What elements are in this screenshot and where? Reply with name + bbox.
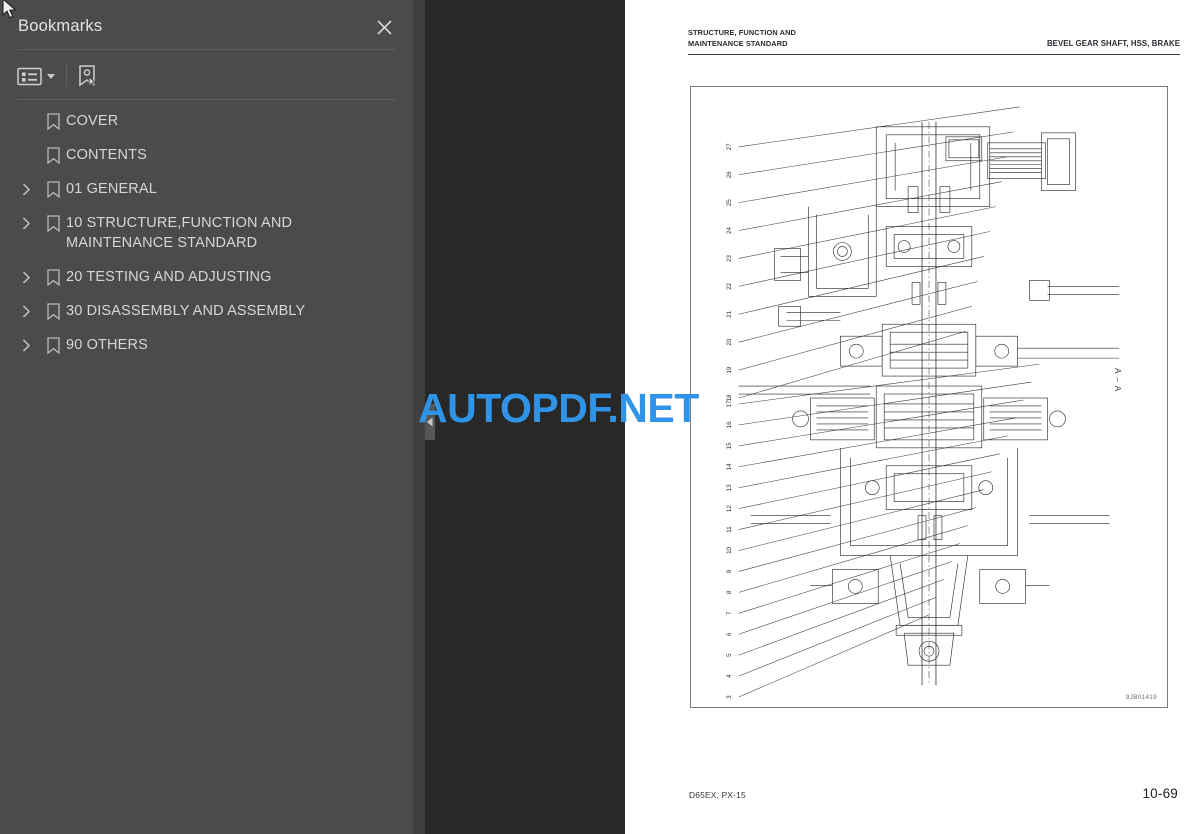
callout-number: 24	[726, 227, 733, 234]
leader-line	[738, 615, 929, 698]
callout-number: 14	[726, 463, 733, 470]
callout-number: 12	[726, 505, 733, 512]
callout-number: 5	[726, 653, 733, 657]
callout-number: 9	[726, 569, 733, 573]
callout-number: 16	[726, 421, 733, 428]
new-bookmark-icon[interactable]	[75, 61, 99, 91]
bookmark-item-label: 90 OTHERS	[66, 337, 148, 353]
leader-line	[738, 156, 1008, 203]
bookmark-item[interactable]: 01 GENERAL	[0, 172, 413, 206]
callout-number: 10	[726, 547, 733, 554]
bookmark-icon	[40, 301, 66, 321]
leader-line	[738, 399, 1024, 447]
chevron-right-icon[interactable]	[12, 301, 40, 321]
callout-number: 17	[726, 400, 733, 407]
drawing-illustration: 27 26 25 24 23 22 21 20 19 1817 16 15 14 13 12 11 10 9 8 7 6…	[726, 106, 1120, 699]
pdf-page: STRUCTURE, FUNCTION AND MAINTENANCE STAN…	[625, 0, 1200, 834]
bookmark-item-label: 01 GENERAL	[66, 181, 157, 197]
bookmark-icon	[40, 213, 66, 233]
callout-number: 18	[726, 394, 733, 401]
callout-number: 22	[726, 282, 733, 289]
chevron-right-icon[interactable]	[12, 267, 40, 287]
sidebar-header: Bookmarks	[0, 0, 413, 55]
bookmark-item[interactable]: 10 STRUCTURE,FUNCTION AND MAINTENANCE ST…	[0, 206, 413, 260]
bookmark-item-label: 30 DISASSEMBLY AND ASSEMBLY	[66, 303, 306, 319]
bookmark-item-label: 10 STRUCTURE,FUNCTION AND MAINTENANCE ST…	[66, 215, 293, 251]
leader-line	[738, 206, 996, 259]
callout-number: 6	[726, 632, 733, 636]
header-left-title: STRUCTURE, FUNCTION AND MAINTENANCE STAN…	[688, 28, 796, 49]
chevron-right-icon[interactable]	[12, 335, 40, 355]
header-right-title: BEVEL GEAR SHAFT, HSS, BRAKE	[1046, 39, 1180, 48]
bookmark-item-label: CONTENTS	[66, 147, 147, 163]
bookmark-item-label: COVER	[66, 113, 119, 129]
leader-line	[738, 181, 1002, 231]
page-number: 10-69	[1142, 786, 1178, 801]
callout-number: 20	[726, 338, 733, 345]
leader-line	[738, 281, 978, 343]
document-header: STRUCTURE, FUNCTION AND MAINTENANCE STAN…	[688, 28, 1180, 49]
callout-number: 23	[726, 254, 733, 261]
bookmark-item[interactable]: 30 DISASSEMBLY AND ASSEMBLY	[0, 294, 413, 328]
sidebar-resize-edge[interactable]	[413, 0, 425, 834]
leader-line	[738, 306, 972, 371]
bookmark-list: COVER CONTENTS 01 GENERAL 10 STRUCTURE,FUNC…	[0, 104, 413, 362]
callout-number: 8	[726, 590, 733, 594]
callout-number: 19	[726, 366, 733, 373]
bookmark-icon	[40, 111, 66, 131]
bookmarks-sidebar: Bookmarks COVER CONTENTS 01 GENERAL 10 S…	[0, 0, 413, 834]
chevron-right-icon[interactable]	[12, 213, 40, 233]
bookmark-icon	[40, 145, 66, 165]
callout-number: 15	[726, 442, 733, 449]
section-view-label: A – A	[1113, 368, 1122, 393]
leader-line	[738, 561, 952, 635]
header-rule	[688, 54, 1180, 56]
leader-line	[738, 330, 966, 399]
drawing-id-label: 9JB01419	[1125, 694, 1157, 701]
footer-model-label: D65EX, PX-15	[689, 790, 746, 800]
bookmark-icon	[40, 267, 66, 287]
toolbar-divider	[66, 63, 67, 87]
callout-number: 11	[726, 526, 733, 533]
callout-number: 21	[726, 310, 733, 317]
callout-number: 27	[726, 143, 733, 150]
list-options-icon[interactable]	[17, 61, 55, 91]
leader-line	[738, 256, 984, 315]
callout-number: 3	[726, 695, 733, 699]
chevron-right-icon[interactable]	[12, 179, 40, 199]
header-left-line1: STRUCTURE, FUNCTION AND	[688, 28, 796, 37]
bookmark-item[interactable]: CONTENTS	[0, 138, 413, 172]
bookmark-icon	[40, 179, 66, 199]
leader-line	[738, 231, 990, 287]
leader-line	[738, 381, 1032, 426]
callout-number: 26	[726, 171, 733, 178]
leader-line	[738, 489, 984, 551]
leader-line	[738, 525, 968, 593]
callout-number: 25	[726, 199, 733, 206]
leader-line	[738, 597, 937, 677]
callout-number: 7	[726, 611, 733, 615]
bookmark-icon	[40, 335, 66, 355]
header-divider	[18, 49, 396, 50]
toolbar-divider-rule	[18, 99, 396, 100]
leader-line	[738, 543, 960, 614]
callout-number: 13	[726, 484, 733, 491]
bookmark-item[interactable]: COVER	[0, 104, 413, 138]
bookmark-item[interactable]: 90 OTHERS	[0, 328, 413, 362]
chevron-down-icon	[47, 73, 55, 79]
header-left-line2: MAINTENANCE STANDARD	[688, 38, 788, 48]
leader-line	[738, 435, 1008, 488]
collapse-left-icon[interactable]	[425, 404, 435, 440]
sidebar-toolbar	[0, 55, 413, 99]
bookmark-item[interactable]: 20 TESTING AND ADJUSTING	[0, 260, 413, 294]
pdf-viewer-window: Bookmarks COVER CONTENTS 01 GENERAL 10 S…	[0, 0, 1200, 834]
close-icon[interactable]	[371, 14, 397, 40]
page-title: Bookmarks	[18, 17, 103, 35]
callout-number: 4	[726, 674, 733, 678]
bookmark-item-label: 20 TESTING AND ADJUSTING	[66, 269, 272, 285]
technical-drawing: 27 26 25 24 23 22 21 20 19 18 17 16 15 14 13 12 11 10 9 8 7 6…	[690, 86, 1168, 708]
